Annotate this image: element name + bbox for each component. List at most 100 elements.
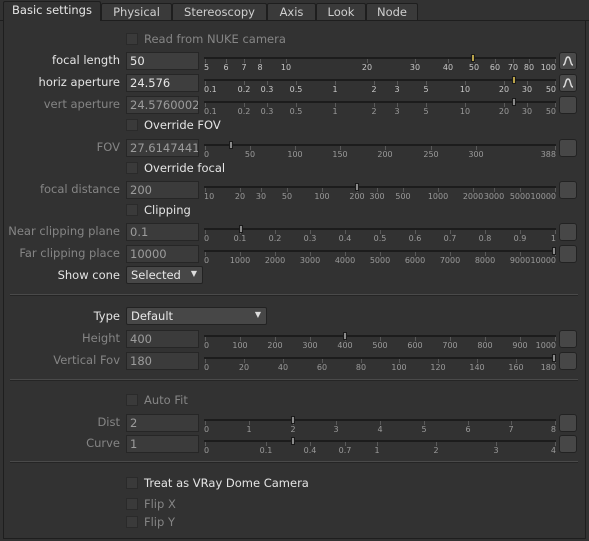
height-field[interactable]: 400 <box>126 330 199 348</box>
slider-tick-label: 7 <box>508 425 514 434</box>
slider-tick-label: 40 <box>277 363 289 372</box>
slider-tick-label: 0.5 <box>373 234 387 243</box>
slider-ticks: 0.1 0.2 0.3 0.5 1 2 3 5 10 20 30 50 <box>204 103 556 116</box>
slider-thumb[interactable] <box>291 437 295 445</box>
vertical-fov-animation-button[interactable] <box>559 352 577 370</box>
vertical-fov-field[interactable]: 180 <box>126 352 199 370</box>
curve-field[interactable]: 1 <box>126 435 199 453</box>
flip-x-checkbox[interactable] <box>126 498 138 510</box>
slider-thumb[interactable] <box>552 247 556 255</box>
slider-tick-label: 100 <box>287 150 303 159</box>
slider-thumb[interactable] <box>228 141 233 149</box>
slider-tick-label: 0.5 <box>289 107 303 116</box>
dist-field[interactable]: 2 <box>126 414 199 432</box>
fov-animation-button[interactable] <box>559 139 577 157</box>
chevron-down-icon: ▼ <box>190 269 197 278</box>
section-divider <box>10 379 578 381</box>
slider-thumb[interactable] <box>291 416 295 424</box>
height-slider[interactable]: 0 100 200 300 400 500 600 700 800 900 1000 <box>204 332 556 350</box>
type-value: Default <box>131 309 174 323</box>
focal-length-slider[interactable]: 5 6 7 8 10 20 30 40 50 60 70 80 100 <box>204 54 556 72</box>
horiz-aperture-field[interactable]: 24.576 <box>126 74 199 92</box>
tab-physical[interactable]: Physical <box>101 3 172 21</box>
slider-tick-label: 70 <box>507 63 519 72</box>
vert-aperture-slider[interactable]: 0.1 0.2 0.3 0.5 1 2 3 5 10 20 30 50 <box>204 98 556 116</box>
auto-fit-checkbox[interactable] <box>126 394 138 406</box>
slider-tick-label: 0.3 <box>260 85 274 94</box>
near-clipping-animation-button[interactable] <box>559 223 577 241</box>
slider-tick-label: 40 <box>442 63 454 72</box>
curve-slider[interactable]: 0 0.1 0.4 0.7 1 2 3 4 <box>204 437 556 455</box>
slider-tick-label: 300 <box>468 150 484 159</box>
slider-thumb[interactable] <box>552 354 556 362</box>
tab-stereoscopy[interactable]: Stereoscopy <box>172 3 267 21</box>
tab-basic-settings[interactable]: Basic settings <box>3 1 101 21</box>
slider-tick-label: 3 <box>394 85 400 94</box>
vertical-fov-slider[interactable]: 0 20 40 60 80 100 120 140 160 180 <box>204 354 556 372</box>
slider-thumb[interactable] <box>512 76 517 84</box>
slider-tick-label: 8 <box>550 425 556 434</box>
horiz-aperture-slider[interactable]: 0.1 0.2 0.3 0.5 1 2 3 5 10 20 30 50 <box>204 76 556 94</box>
slider-thumb[interactable] <box>512 98 517 106</box>
horiz-aperture-animation-button[interactable] <box>559 74 577 92</box>
slider-thumb[interactable] <box>471 54 476 62</box>
slider-tick-label: 20 <box>361 63 373 72</box>
slider-ticks: 0 0.1 0.2 0.3 0.4 0.5 0.6 0.7 0.8 0.9 1 <box>204 230 556 243</box>
slider-tick-label: 20 <box>234 192 246 201</box>
fov-slider[interactable]: 0 50 100 150 200 250 300 388 <box>204 141 556 159</box>
focal-distance-field[interactable]: 200 <box>126 181 199 199</box>
override-fov-checkbox[interactable] <box>126 119 138 131</box>
tab-axis[interactable]: Axis <box>267 3 316 21</box>
slider-tick-label: 1 <box>332 107 338 116</box>
slider-thumb[interactable] <box>238 225 243 233</box>
override-fov-label: Override FOV <box>144 118 221 132</box>
slider-tick-label: 200 <box>267 341 283 350</box>
dist-animation-button[interactable] <box>559 414 577 432</box>
height-animation-button[interactable] <box>559 330 577 348</box>
far-clipping-slider[interactable]: 0 1000 2000 3000 4000 5000 6000 7000 8000 9000 100… <box>204 247 556 265</box>
read-from-nuke-label: Read from NUKE camera <box>144 32 286 46</box>
slider-tick-label: 10 <box>459 107 471 116</box>
slider-tick-label: 300 <box>369 192 385 201</box>
slider-tick-label: 1 <box>246 425 252 434</box>
slider-ticks: 0 1 2 3 4 5 6 7 8 <box>204 421 556 434</box>
slider-thumb[interactable] <box>354 183 359 191</box>
focal-length-field[interactable]: 50 <box>126 52 199 70</box>
slider-tick-label: 388 <box>540 150 556 159</box>
slider-tick-label: 5 <box>421 425 427 434</box>
vert-aperture-animation-button[interactable] <box>559 96 577 114</box>
dist-slider[interactable]: 0 1 2 3 4 5 6 7 8 <box>204 416 556 434</box>
curve-animation-button[interactable] <box>559 435 577 453</box>
near-clipping-slider[interactable]: 0 0.1 0.2 0.3 0.4 0.5 0.6 0.7 0.8 0.9 1 <box>204 225 556 243</box>
slider-tick-label: 0.7 <box>443 234 457 243</box>
focal-distance-animation-button[interactable] <box>559 181 577 199</box>
vert-aperture-field[interactable]: 24.5760002 <box>126 96 199 114</box>
focal-length-animation-button[interactable] <box>559 52 577 70</box>
show-cone-label: Show cone <box>57 268 120 282</box>
show-cone-dropdown[interactable]: Selected ▼ <box>126 266 203 284</box>
tab-node[interactable]: Node <box>366 3 418 21</box>
near-clipping-field[interactable]: 0.1 <box>126 223 199 241</box>
far-clipping-field[interactable]: 10000 <box>126 245 199 263</box>
clipping-checkbox[interactable] <box>126 204 138 216</box>
type-dropdown[interactable]: Default ▼ <box>126 307 267 325</box>
treat-dome-checkbox[interactable] <box>126 477 138 489</box>
slider-tick-label: 200 <box>377 150 393 159</box>
tab-look[interactable]: Look <box>316 3 366 21</box>
slider-tick-label: 0.1 <box>204 85 217 94</box>
far-clipping-animation-button[interactable] <box>559 245 577 263</box>
slider-thumb[interactable] <box>343 332 348 340</box>
slider-tick-label: 500 <box>372 341 388 350</box>
override-focal-label: Override focal <box>144 161 226 175</box>
slider-tick-label: 0.2 <box>237 107 251 116</box>
chevron-down-icon: ▼ <box>254 310 261 319</box>
override-focal-checkbox[interactable] <box>126 162 138 174</box>
focal-distance-label: focal distance <box>39 182 120 196</box>
read-from-nuke-checkbox[interactable] <box>126 33 138 45</box>
focal-distance-slider[interactable]: 10 20 30 50 100 200 300 500 1000 2000 3000 5000 1000… <box>204 183 556 201</box>
slider-tick-label: 6 <box>223 63 229 72</box>
slider-tick-label: 160 <box>508 363 524 372</box>
fov-field[interactable]: 27.6147441 <box>126 139 199 157</box>
slider-ticks: 10 20 30 50 100 200 300 500 1000 2000 3000 5000 1000… <box>204 188 556 201</box>
flip-y-checkbox[interactable] <box>126 516 138 528</box>
